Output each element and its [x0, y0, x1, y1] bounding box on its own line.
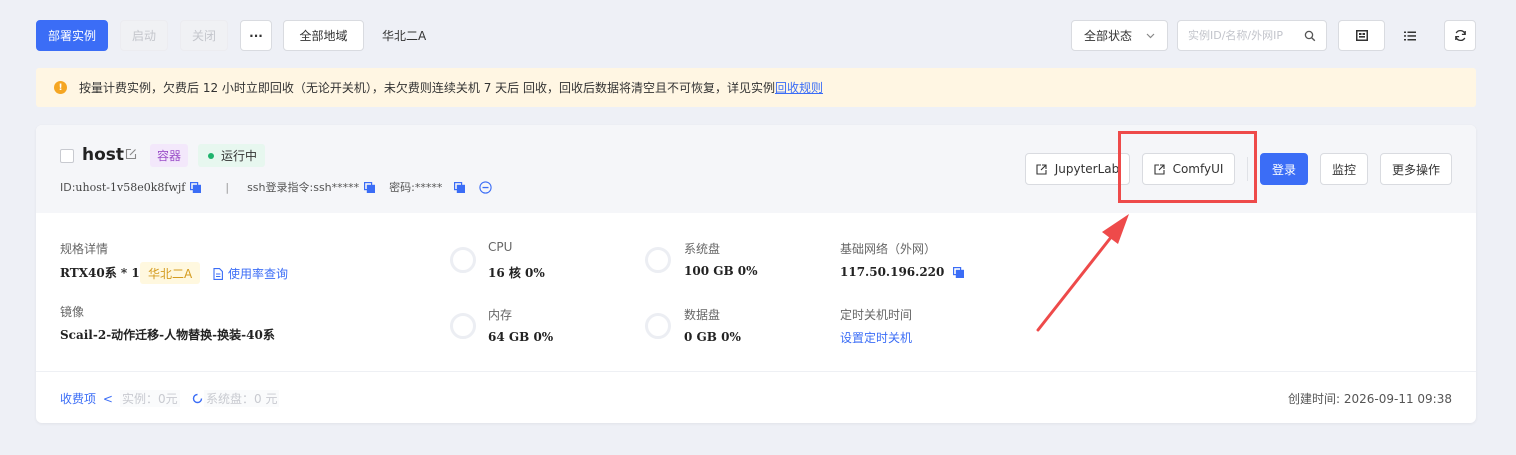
external-link-icon [1036, 163, 1047, 175]
start-button[interactable]: 启动 [120, 20, 168, 51]
spec-value: RTX40系 * 1 [60, 266, 140, 280]
instance-select-checkbox[interactable] [60, 149, 74, 163]
instance-card: host 容器 运行中 ID: uhost-1v58e0k8fwjf | ssh… [36, 125, 1476, 423]
copy-id-icon[interactable] [190, 181, 202, 193]
ssh-label: ssh登录指令: [247, 181, 314, 194]
recycle-rules-link[interactable]: 回收规则 [775, 79, 823, 96]
status-badge: 运行中 [198, 144, 266, 167]
usage-query-label: 使用率查询 [228, 267, 289, 281]
billing-items-toggle[interactable]: 收费项 < [60, 390, 113, 407]
image-label: 镜像 [60, 305, 85, 319]
recycle-notice-banner: ! 按量计费实例，欠费后 12 小时立即回收（无论开关机），未欠费则连续关机 7… [36, 68, 1476, 107]
system-disk-cost: 系统盘：0 元 [204, 390, 280, 407]
loading-spinner-icon [192, 393, 203, 404]
search-input[interactable] [1188, 29, 1292, 42]
login-button[interactable]: 登录 [1260, 153, 1308, 185]
data-disk-value: 0 GB 0% [684, 330, 741, 344]
created-value: 2026-09-11 09:38 [1343, 392, 1452, 406]
data-disk-label: 数据盘 [684, 308, 721, 322]
stop-button[interactable]: 关闭 [180, 20, 228, 51]
warning-icon: ! [54, 81, 67, 94]
memory-label: 内存 [488, 308, 513, 322]
chevron-down-icon [1146, 33, 1155, 39]
meta-separator: | [225, 180, 230, 194]
card-view-toggle[interactable] [1338, 20, 1385, 51]
status-text: 运行中 [221, 149, 258, 163]
cpu-value: 16 核 0% [488, 266, 545, 280]
public-ip: 117.50.196.220 [840, 265, 965, 279]
created-time: 创建时间: 2026-09-11 09:38 [1288, 390, 1452, 407]
instance-meta-line: ID: uhost-1v58e0k8fwjf | ssh登录指令: ssh***… [60, 180, 493, 194]
instance-type-tag: 容器 [150, 144, 189, 167]
chevron-left-icon: < [102, 392, 113, 406]
system-disk-value: 100 GB 0% [684, 264, 758, 278]
jupyterlab-button[interactable]: JupyterLab [1025, 153, 1130, 185]
card-view-icon [1355, 30, 1368, 41]
list-view-icon [1404, 31, 1416, 41]
instance-card-footer: 收费项 < 实例：0元 系统盘：0 元 创建时间: 2026-09-11 09:… [36, 371, 1476, 423]
monitor-button[interactable]: 监控 [1320, 153, 1368, 185]
status-filter-label: 全部状态 [1084, 29, 1133, 43]
search-icon[interactable] [1304, 30, 1316, 42]
status-filter-select[interactable]: 全部状态 [1071, 20, 1168, 51]
set-schedule-shutdown-link[interactable]: 设置定时关机 [840, 329, 912, 346]
cpu-label: CPU [488, 240, 513, 254]
running-dot-icon [208, 152, 214, 159]
password-label: 密码: [389, 181, 415, 194]
annotation-highlight-box [1118, 131, 1257, 203]
refresh-button[interactable] [1444, 20, 1476, 51]
memory-usage-ring [450, 313, 476, 339]
memory-value: 64 GB 0% [488, 330, 554, 344]
created-label: 创建时间: [1288, 392, 1344, 406]
show-password-icon[interactable] [479, 180, 493, 194]
list-view-toggle[interactable] [1404, 20, 1418, 51]
refresh-icon [1454, 29, 1467, 42]
more-actions-button[interactable]: ··· [240, 20, 272, 51]
instance-name: host [82, 145, 125, 165]
instance-cost: 实例：0元 [120, 390, 180, 407]
image-value: Scail-2-动作迁移-人物替换-换装-40系 [60, 328, 275, 342]
jupyterlab-label: JupyterLab [1054, 162, 1120, 176]
region-filter-button[interactable]: 全部地域 [283, 20, 364, 51]
copy-password-icon[interactable] [454, 181, 466, 193]
billing-items-label: 收费项 [60, 392, 97, 406]
toolbar: 部署实例 启动 关闭 ··· 全部地域 华北二A 全部状态 [36, 20, 1476, 52]
edit-name-icon[interactable] [125, 148, 137, 163]
id-label: ID: [60, 180, 76, 194]
search-box[interactable] [1177, 20, 1327, 51]
cpu-usage-ring [450, 247, 476, 273]
more-operations-button[interactable]: 更多操作 [1380, 153, 1452, 185]
schedule-label: 定时关机时间 [840, 308, 913, 322]
instance-card-header: host 容器 运行中 ID: uhost-1v58e0k8fwjf | ssh… [36, 125, 1476, 213]
deploy-instance-button[interactable]: 部署实例 [36, 20, 108, 51]
system-disk-label: 系统盘 [684, 242, 721, 256]
notice-text: 按量计费实例，欠费后 12 小时立即回收（无论开关机），未欠费则连续关机 7 天… [79, 81, 775, 95]
network-label: 基础网络（外网） [840, 242, 937, 256]
region-tag: 华北二A [140, 262, 201, 284]
password-value: ***** [414, 180, 443, 194]
public-ip-value: 117.50.196.220 [840, 265, 945, 279]
current-region-tab[interactable]: 华北二A [382, 20, 426, 51]
instance-id: uhost-1v58e0k8fwjf [75, 180, 186, 194]
spec-label: 规格详情 [60, 242, 109, 256]
document-icon [213, 267, 223, 280]
system-disk-usage-ring [645, 247, 671, 273]
usage-query-link[interactable]: 使用率查询 [213, 265, 288, 282]
copy-ssh-icon[interactable] [364, 181, 376, 193]
data-disk-usage-ring [645, 313, 671, 339]
ssh-command: ssh***** [313, 180, 360, 194]
copy-ip-icon[interactable] [953, 266, 965, 278]
